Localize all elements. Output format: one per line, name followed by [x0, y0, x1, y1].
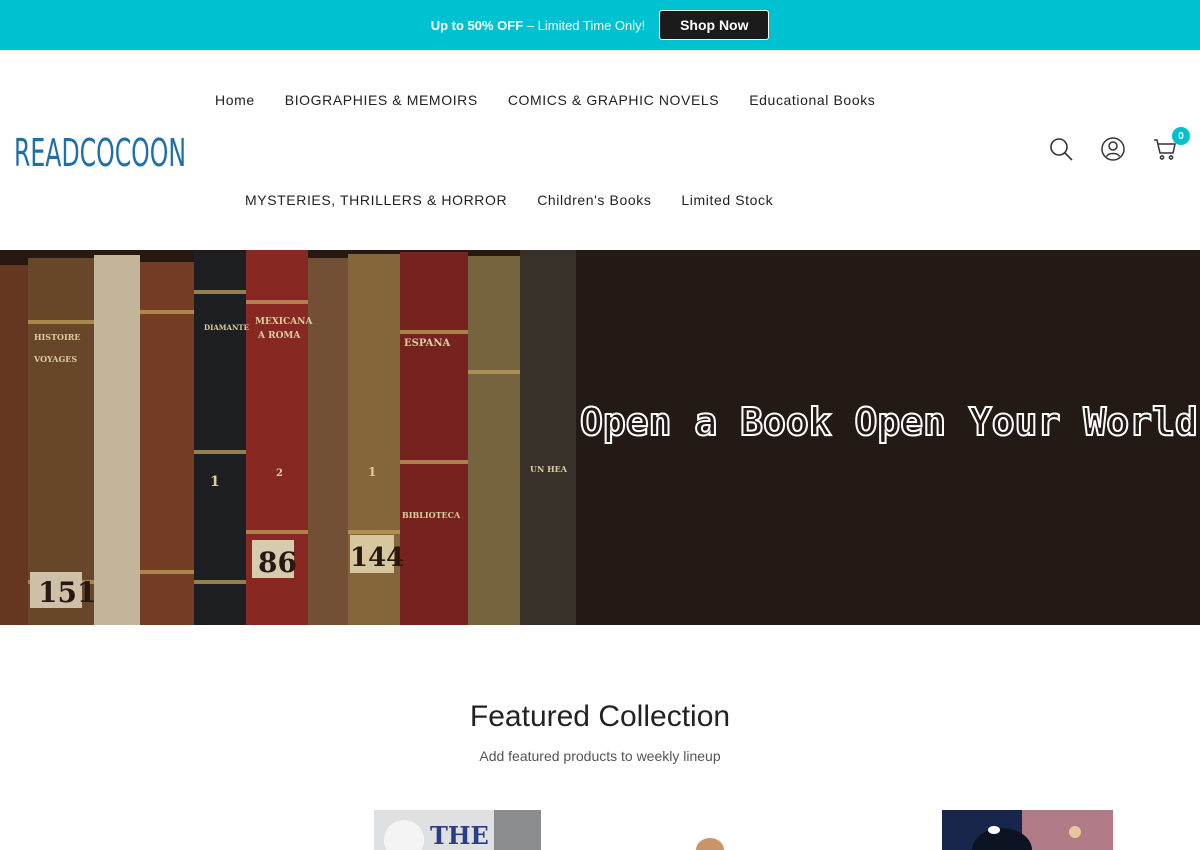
logo[interactable]: READCOCOON — [14, 130, 189, 174]
product-2-cover — [696, 838, 724, 850]
search-icon[interactable] — [1048, 136, 1074, 162]
nav-mysteries-thrillers-horror[interactable]: MYSTERIES, THRILLERS & HORROR — [245, 192, 507, 208]
hero-headline: Open a Book Open Your World — [579, 399, 1199, 445]
announcement-bar: Up to 50% OFF – Limited Time Only! Shop … — [0, 0, 1200, 50]
nav-comics-graphic-novels[interactable]: COMICS & GRAPHIC NOVELS — [508, 92, 719, 108]
main-nav-row-1: Home BIOGRAPHIES & MEMOIRS COMICS & GRAP… — [215, 92, 875, 108]
announcement-rest: – Limited Time Only! — [523, 17, 646, 33]
announcement-offer: Up to 50% OFF — [430, 17, 524, 33]
hero-books-image: 151 86 144 1 2 1 MEXICANA A ROMA DIAMANT… — [0, 250, 576, 625]
featured-collection-title: Featured Collection — [469, 700, 731, 733]
hero-banner[interactable]: 151 86 144 1 2 1 MEXICANA A ROMA DIAMANT… — [0, 250, 1200, 625]
product-3-cover — [942, 810, 1113, 850]
nav-educational-books[interactable]: Educational Books — [749, 92, 875, 108]
logo-text: READCOCOON — [14, 131, 186, 174]
header-icons: 0 — [1048, 127, 1190, 162]
nav-home[interactable]: Home — [215, 92, 255, 108]
cart-count-badge: 0 — [1172, 127, 1190, 145]
product-card-3[interactable] — [942, 810, 1113, 850]
account-icon[interactable] — [1100, 136, 1126, 162]
product-card-2[interactable] — [690, 810, 730, 850]
product-1-cover-text: THE — [430, 821, 489, 850]
nav-childrens-books[interactable]: Children's Books — [537, 192, 651, 208]
nav-limited-stock[interactable]: Limited Stock — [681, 192, 773, 208]
nav-biographies-memoirs[interactable]: BIOGRAPHIES & MEMOIRS — [285, 92, 478, 108]
main-nav-row-2: MYSTERIES, THRILLERS & HORROR Children's… — [245, 192, 773, 208]
site-header: READCOCOON Home BIOGRAPHIES & MEMOIRS CO… — [0, 50, 1200, 250]
product-1-cover: THE — [374, 810, 541, 850]
product-card-1[interactable]: THE — [374, 810, 541, 850]
shop-now-button[interactable]: Shop Now — [659, 10, 770, 40]
featured-collection-subtitle: Add featured products to weekly lineup — [479, 748, 721, 764]
announcement-text: Up to 50% OFF – Limited Time Only! — [431, 18, 646, 33]
cart-icon[interactable]: 0 — [1152, 127, 1190, 162]
